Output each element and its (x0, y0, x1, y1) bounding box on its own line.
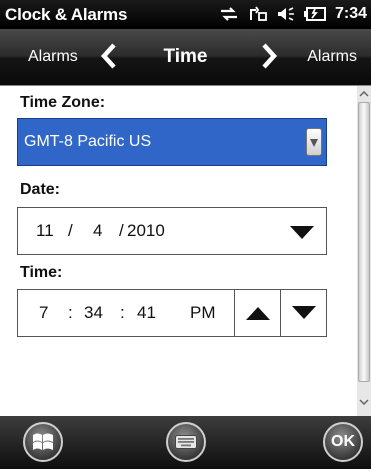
header-nav: Alarms Time Alarms (0, 29, 371, 86)
app-title: Clock & Alarms (5, 5, 128, 24)
time-label: Time: (20, 264, 63, 281)
scroll-down-icon[interactable] (357, 392, 371, 412)
timezone-value: GMT-8 Pacific US (24, 133, 152, 150)
arrow-up-icon (246, 307, 270, 320)
time-ampm[interactable]: PM (190, 303, 216, 323)
start-button[interactable] (23, 422, 63, 462)
chevron-right-icon[interactable] (260, 43, 278, 74)
dropdown-arrow-icon[interactable] (306, 128, 322, 156)
status-bar: Clock & Alarms 7:34 (0, 0, 371, 29)
windows-start-icon (33, 433, 53, 450)
time-minute[interactable]: 34 (84, 303, 103, 323)
timezone-select[interactable]: GMT-8 Pacific US (17, 118, 327, 166)
arrow-down-icon (292, 306, 316, 319)
next-tab-link[interactable]: Alarms (307, 48, 357, 66)
scrollbar-thumb[interactable] (358, 102, 370, 382)
time-picker[interactable]: 7 : 34 : 41 PM (17, 289, 327, 337)
volume-icon (277, 6, 295, 22)
date-day[interactable]: 4 (93, 221, 102, 241)
battery-icon (303, 6, 326, 22)
ok-button[interactable]: OK (323, 422, 363, 462)
keyboard-icon (175, 435, 197, 449)
date-picker[interactable]: 11 / 4 / 2010 (17, 207, 327, 255)
settings-form: Time Zone: GMT-8 Pacific US Date: 11 / 4… (0, 86, 357, 416)
time-second[interactable]: 41 (137, 303, 156, 323)
date-separator: / (68, 221, 73, 240)
connection-icon (248, 6, 268, 22)
scroll-up-icon[interactable] (357, 86, 371, 102)
date-year[interactable]: 2010 (127, 221, 165, 241)
increment-button[interactable] (234, 290, 281, 336)
softkey-bar: OK (0, 416, 371, 469)
time-separator: : (120, 303, 125, 322)
time-separator: : (68, 303, 73, 322)
sync-icon (219, 6, 239, 22)
keyboard-button[interactable] (166, 422, 206, 462)
time-hour[interactable]: 7 (39, 303, 48, 323)
date-separator: / (119, 221, 124, 240)
status-icons: 7:34 (219, 5, 367, 23)
date-label: Date: (20, 181, 61, 198)
timezone-label: Time Zone: (20, 94, 106, 111)
decrement-button[interactable] (280, 290, 327, 336)
date-month[interactable]: 11 (36, 221, 54, 241)
clock-time: 7:34 (334, 5, 367, 22)
vertical-scrollbar[interactable] (357, 86, 371, 416)
chevron-down-icon[interactable] (290, 226, 314, 245)
